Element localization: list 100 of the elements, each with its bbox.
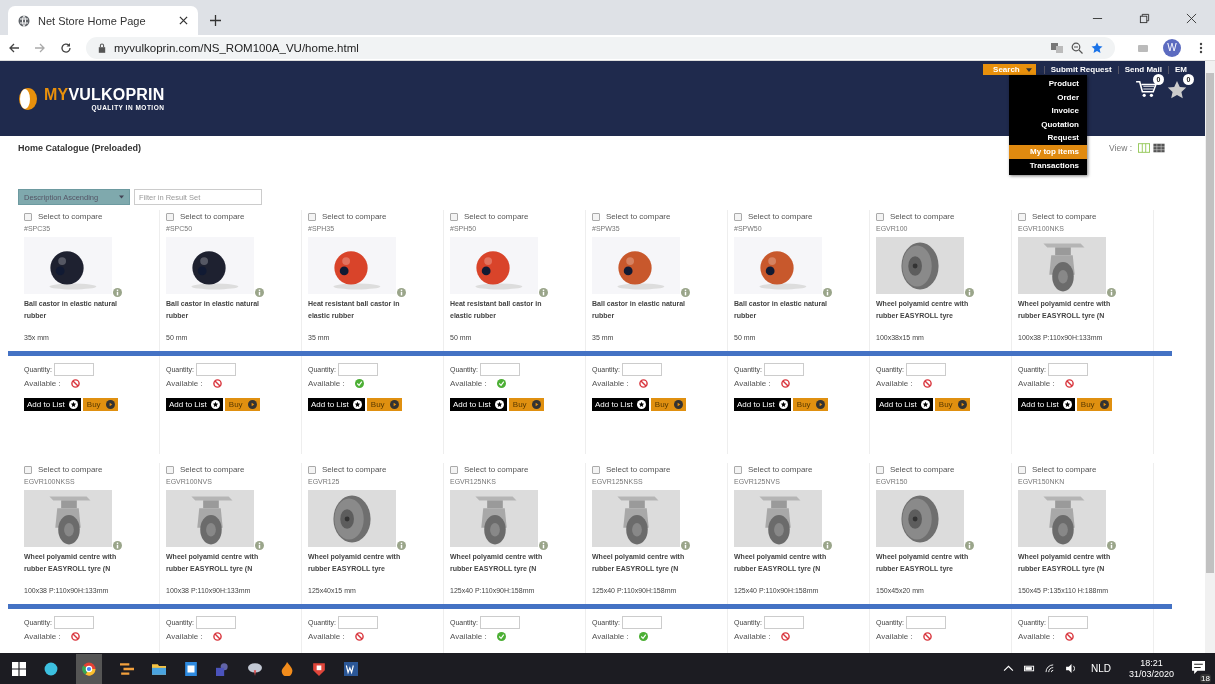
quantity-field[interactable] bbox=[906, 616, 946, 629]
compare-checkbox[interactable] bbox=[592, 212, 600, 221]
compare-checkbox[interactable] bbox=[450, 465, 458, 474]
product-photo[interactable] bbox=[24, 237, 112, 294]
quantity-field[interactable] bbox=[338, 616, 378, 629]
info-icon[interactable] bbox=[113, 288, 122, 297]
info-icon[interactable] bbox=[681, 288, 690, 297]
info-icon[interactable] bbox=[965, 541, 974, 550]
info-icon[interactable] bbox=[539, 541, 548, 550]
add-to-list-button[interactable]: Add to List bbox=[876, 398, 933, 411]
restore-icon[interactable] bbox=[1139, 13, 1150, 24]
speaker-icon[interactable] bbox=[1065, 664, 1077, 673]
buy-button[interactable]: Buy bbox=[792, 398, 828, 411]
menu-item[interactable]: Quotation bbox=[1009, 117, 1087, 132]
windows-start-icon[interactable] bbox=[12, 661, 26, 676]
word-app-icon[interactable] bbox=[344, 661, 358, 676]
add-to-list-button[interactable]: Add to List bbox=[592, 398, 649, 411]
document-app-icon[interactable] bbox=[184, 661, 198, 676]
quantity-field[interactable] bbox=[54, 616, 94, 629]
info-icon[interactable] bbox=[539, 288, 548, 297]
translate-icon[interactable] bbox=[1051, 41, 1063, 54]
bookmark-star-icon[interactable] bbox=[1091, 41, 1103, 54]
quantity-field[interactable] bbox=[1048, 616, 1088, 629]
quantity-field[interactable] bbox=[338, 363, 378, 376]
compare-checkbox[interactable] bbox=[1018, 212, 1026, 221]
quantity-field[interactable] bbox=[764, 363, 804, 376]
menu-item[interactable]: Order bbox=[1009, 90, 1087, 105]
task-list-icon[interactable] bbox=[120, 661, 134, 676]
shield-app-icon[interactable] bbox=[312, 661, 326, 676]
quantity-field[interactable] bbox=[480, 363, 520, 376]
buy-button[interactable]: Buy bbox=[366, 398, 402, 411]
compare-checkbox[interactable] bbox=[24, 465, 32, 474]
buy-button[interactable]: Buy bbox=[934, 398, 970, 411]
info-icon[interactable] bbox=[397, 541, 406, 550]
add-to-list-button[interactable]: Add to List bbox=[24, 398, 81, 411]
flame-app-icon[interactable] bbox=[280, 661, 294, 676]
language-indicator[interactable]: NLD bbox=[1090, 663, 1111, 674]
compare-checkbox[interactable] bbox=[166, 212, 174, 221]
profile-avatar[interactable]: W bbox=[1163, 38, 1181, 57]
product-photo[interactable] bbox=[166, 237, 254, 294]
compare-checkbox[interactable] bbox=[24, 212, 32, 221]
wifi-icon[interactable] bbox=[1044, 664, 1056, 673]
grid-view-icon[interactable] bbox=[1153, 143, 1165, 153]
forward-arrow-icon[interactable] bbox=[34, 41, 46, 54]
info-icon[interactable] bbox=[823, 288, 832, 297]
new-tab-icon[interactable] bbox=[210, 15, 221, 26]
clock-time[interactable]: 18:21 bbox=[1140, 657, 1163, 669]
menu-item[interactable]: Request bbox=[1009, 131, 1087, 145]
cart-icon[interactable] bbox=[1135, 80, 1157, 98]
quantity-field[interactable] bbox=[906, 363, 946, 376]
compare-checkbox[interactable] bbox=[592, 465, 600, 474]
globe-app-icon[interactable] bbox=[44, 661, 58, 676]
notification-icon[interactable] bbox=[1192, 660, 1205, 674]
compare-checkbox[interactable] bbox=[308, 212, 316, 221]
zoom-out-icon[interactable] bbox=[1071, 41, 1083, 54]
address-bar[interactable]: myvulkoprin.com/NS_ROM100A_VU/home.html bbox=[86, 36, 1115, 59]
menu-item[interactable]: Product bbox=[1009, 77, 1087, 91]
quantity-field[interactable] bbox=[622, 616, 662, 629]
quantity-field[interactable] bbox=[622, 363, 662, 376]
quantity-field[interactable] bbox=[764, 616, 804, 629]
quantity-field[interactable] bbox=[1048, 363, 1088, 376]
buy-button[interactable]: Buy bbox=[224, 398, 260, 411]
people-app-icon[interactable] bbox=[216, 661, 230, 676]
info-icon[interactable] bbox=[965, 288, 974, 297]
compare-checkbox[interactable] bbox=[308, 465, 316, 474]
quantity-field[interactable] bbox=[480, 616, 520, 629]
browser-icon[interactable] bbox=[76, 653, 102, 684]
compare-checkbox[interactable] bbox=[734, 465, 742, 474]
buy-button[interactable]: Buy bbox=[650, 398, 686, 411]
battery-icon[interactable] bbox=[1023, 664, 1035, 673]
star-icon[interactable] bbox=[1167, 80, 1187, 100]
info-icon[interactable] bbox=[1107, 288, 1116, 297]
info-icon[interactable] bbox=[113, 541, 122, 550]
compare-checkbox[interactable] bbox=[734, 212, 742, 221]
compare-checkbox[interactable] bbox=[876, 212, 884, 221]
chevron-up-icon[interactable] bbox=[1002, 664, 1014, 673]
quantity-field[interactable] bbox=[196, 616, 236, 629]
add-to-list-button[interactable]: Add to List bbox=[308, 398, 365, 411]
menu-item[interactable]: Transactions bbox=[1009, 158, 1087, 173]
info-icon[interactable] bbox=[681, 541, 690, 550]
header-link[interactable]: EM bbox=[1175, 65, 1187, 74]
add-to-list-button[interactable]: Add to List bbox=[734, 398, 791, 411]
info-icon[interactable] bbox=[255, 541, 264, 550]
scrollbar[interactable] bbox=[1205, 61, 1215, 653]
menu-item[interactable]: Invoice bbox=[1009, 104, 1087, 118]
folder-icon[interactable] bbox=[152, 661, 166, 676]
quantity-field[interactable] bbox=[54, 363, 94, 376]
add-to-list-button[interactable]: Add to List bbox=[1018, 398, 1075, 411]
info-icon[interactable] bbox=[1107, 541, 1116, 550]
reload-icon[interactable] bbox=[60, 41, 72, 54]
paint-app-icon[interactable] bbox=[248, 661, 262, 676]
compare-checkbox[interactable] bbox=[166, 465, 174, 474]
buy-button[interactable]: Buy bbox=[1076, 398, 1112, 411]
add-to-list-button[interactable]: Add to List bbox=[166, 398, 223, 411]
compare-checkbox[interactable] bbox=[876, 465, 884, 474]
compare-checkbox[interactable] bbox=[450, 212, 458, 221]
close-icon[interactable] bbox=[1186, 13, 1197, 24]
compare-checkbox[interactable] bbox=[1018, 465, 1026, 474]
header-link[interactable]: Send Mail bbox=[1124, 65, 1162, 74]
info-icon[interactable] bbox=[255, 288, 264, 297]
